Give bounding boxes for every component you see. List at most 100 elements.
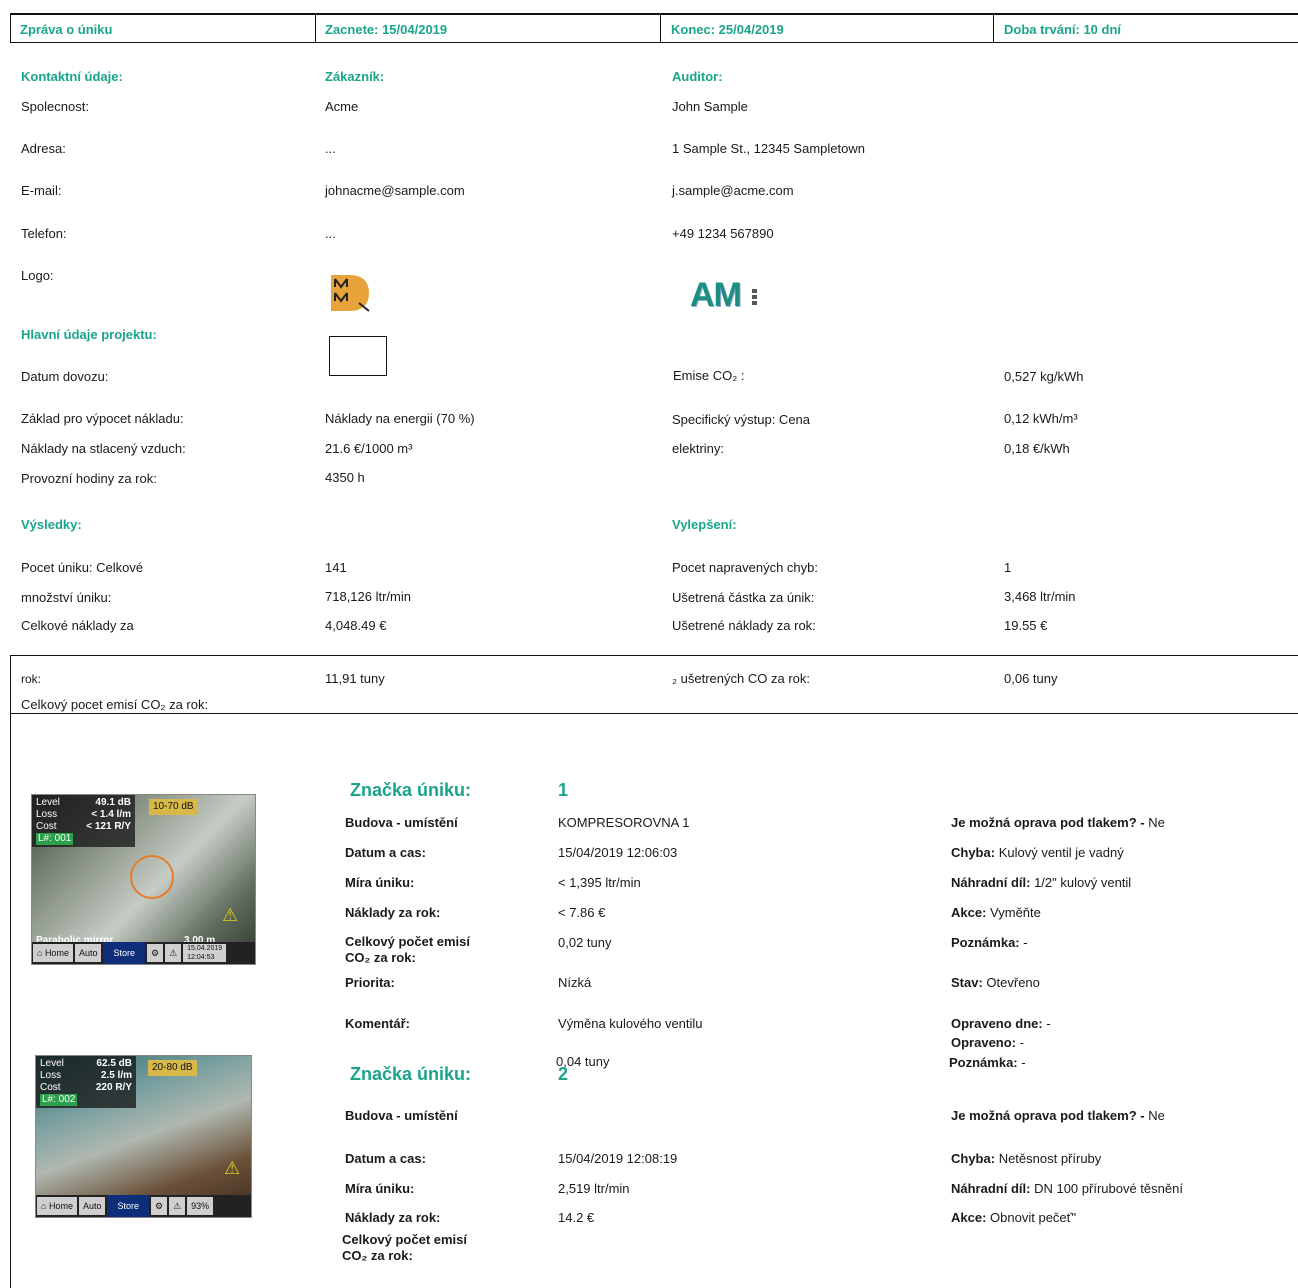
leak1-cost-label: Náklady za rok: — [345, 905, 441, 920]
leak2-fault: Chyba: Netěsnost příruby — [951, 1151, 1102, 1166]
divider — [10, 13, 11, 43]
warning-icon: ⚠ — [222, 905, 239, 925]
leak2-camera-image[interactable]: Level 62.5 dB Loss 2.5 l/m Cost 220 R/Y … — [35, 1055, 252, 1218]
hours-value: 4350 h — [325, 470, 365, 485]
divider — [993, 13, 994, 43]
leak1-note2: Poznámka: - — [949, 1055, 1026, 1070]
email-label: E-mail: — [21, 183, 62, 198]
store-button[interactable]: Store — [103, 942, 145, 964]
saved-amount-label: Ušetrená částka za únik: — [672, 590, 815, 605]
air-cost-value: 21.6 €/1000 m³ — [325, 441, 413, 456]
auditor-logo-dots — [752, 289, 758, 307]
company-label: Spolecnost: — [21, 99, 89, 114]
store-button[interactable]: Store — [107, 1195, 149, 1217]
air-cost-label: Náklady na stlacený vzduch: — [21, 441, 186, 456]
loss-label: Loss — [36, 809, 58, 820]
leak1-emission-value: 0,02 tuny — [558, 935, 612, 950]
battery-icon: 93% — [187, 1197, 214, 1215]
customer-logo — [329, 273, 373, 313]
results-heading: Výsledky: — [21, 517, 82, 532]
leak1-note: Poznámka: - — [951, 935, 1028, 950]
leak2-tag-value: 2 — [558, 1064, 569, 1084]
phone-label: Telefon: — [21, 226, 67, 241]
empty-box — [329, 336, 387, 376]
cost-value: 220 R/Y — [95, 1082, 132, 1093]
level-value: 49.1 dB — [95, 797, 131, 808]
leak1-tag-value: 1 — [558, 780, 569, 800]
leak1-action: Akce: Vyměňte — [951, 905, 1041, 920]
customer-email: johnacme@sample.com — [325, 183, 465, 198]
leak1-fault: Chyba: Kulový ventil je vadný — [951, 845, 1124, 860]
leak-count-label: Pocet úniku: Celkové — [21, 560, 144, 575]
improvements-heading: Vylepšení: — [672, 517, 737, 532]
leak2-rate-label: Míra úniku: — [345, 1181, 415, 1196]
leak1-priority-value: Nízká — [558, 975, 592, 990]
range-badge: 20-80 dB — [148, 1060, 197, 1076]
leak2-part: Náhradní díl: DN 100 přírubové těsnění — [951, 1181, 1183, 1196]
leak-id: L#: 002 — [40, 1094, 78, 1106]
section-divider — [10, 655, 1298, 656]
import-date-label: Datum dovozu: — [21, 369, 109, 384]
section-divider — [10, 713, 1298, 714]
leak2-emission-label: Celkový počet emisí CO₂ za rok: — [342, 1232, 467, 1263]
emission-label: Celkový pocet emisí CO₂ za rok: — [21, 697, 209, 712]
leak1-cost-value: < 7.86 € — [558, 905, 606, 920]
leak1-fixed-by: Opraveno: - — [951, 1035, 1024, 1050]
range-badge: 10-70 dB — [149, 799, 198, 815]
timestamp: 15.04.2019 12:04:53 — [183, 944, 227, 962]
camera-toolbar: ⌂ Home Auto Store ⚙ ⚠ 93% — [36, 1195, 251, 1217]
camera-toolbar: ⌂ Home Auto Store ⚙ ⚠ 15.04.2019 12:04:53 — [32, 942, 255, 964]
leak2-cost-label: Náklady za rok: — [345, 1210, 441, 1225]
rok-label: rok: — [21, 672, 42, 686]
saved-cost-label: Ušetrené náklady za rok: — [672, 618, 816, 633]
auto-button[interactable]: Auto — [74, 944, 102, 962]
warning-icon[interactable]: ⚠ — [165, 944, 182, 962]
leak2-building-label: Budova - umístění — [345, 1108, 458, 1123]
loss-value: 2.5 l/m — [100, 1070, 132, 1081]
cost-label: Cost — [36, 821, 57, 832]
contacts-heading: Kontaktní údaje: — [21, 69, 123, 84]
cost-basis-label: Základ pro výpocet nákladu: — [21, 411, 184, 426]
warning-icon[interactable]: ⚠ — [169, 1197, 186, 1215]
auditor-name: John Sample — [672, 99, 748, 114]
home-button[interactable]: ⌂ Home — [33, 944, 73, 962]
cost-value: < 121 R/Y — [86, 821, 131, 832]
leak1-priority-label: Priorita: — [345, 975, 395, 990]
leak1-comment-value: Výměna kulového ventilu — [558, 1016, 703, 1031]
customer-company: Acme — [325, 99, 359, 114]
gear-icon[interactable]: ⚙ — [146, 944, 164, 962]
leak1-rate-value: < 1,395 ltr/min — [558, 875, 641, 890]
loss-value: < 1.4 l/m — [91, 809, 131, 820]
fixed-count-label: Pocet napravených chyb: — [672, 560, 818, 575]
home-button[interactable]: ⌂ Home — [37, 1197, 77, 1215]
electricity-value: 0,18 €/kWh — [1004, 441, 1070, 456]
leak2-datetime-label: Datum a cas: — [345, 1151, 426, 1166]
leak1-state: Stav: Otevřeno — [951, 975, 1040, 990]
leak1-repair: Je možná oprava pod tlakem? - Ne — [951, 815, 1165, 830]
leak2-action: Akce: Obnovit pečeť" — [951, 1210, 1077, 1225]
leak-amount-value: 718,126 ltr/min — [325, 589, 411, 604]
start-date: Zacnete: 15/04/2019 — [315, 13, 660, 43]
auditor-heading: Auditor: — [672, 69, 723, 84]
electricity-label: elektriny: — [672, 441, 725, 456]
logo-label: Logo: — [21, 268, 54, 283]
gear-icon[interactable]: ⚙ — [150, 1197, 168, 1215]
total-cost-label: Celkové náklady za — [21, 618, 134, 633]
leak-id: L#: 001 — [36, 833, 74, 845]
leak1-camera-image[interactable]: Level 49.1 dB Loss < 1.4 l/m Cost < 121 … — [31, 794, 256, 965]
customer-address: ... — [325, 141, 336, 156]
project-heading: Hlavní údaje projektu: — [21, 327, 157, 342]
saved-amount-value: 3,468 ltr/min — [1004, 589, 1076, 604]
auditor-logo: AM — [690, 276, 742, 314]
leak1-comment-label: Komentář: — [345, 1016, 411, 1031]
end-date: Konec: 25/04/2019 — [661, 13, 993, 43]
cost-basis-value: Náklady na energii (70 %) — [325, 411, 475, 426]
report-title: Zpráva o úniku — [10, 13, 315, 43]
leak2-tag-label: Značka úniku: — [350, 1064, 472, 1084]
warning-icon: ⚠ — [224, 1158, 241, 1178]
page-border — [10, 713, 11, 1288]
auto-button[interactable]: Auto — [78, 1197, 106, 1215]
leak2-cost-value: 14.2 € — [558, 1210, 595, 1225]
specific-value: 0,12 kWh/m³ — [1004, 411, 1078, 426]
leak1-rate-label: Míra úniku: — [345, 875, 415, 890]
